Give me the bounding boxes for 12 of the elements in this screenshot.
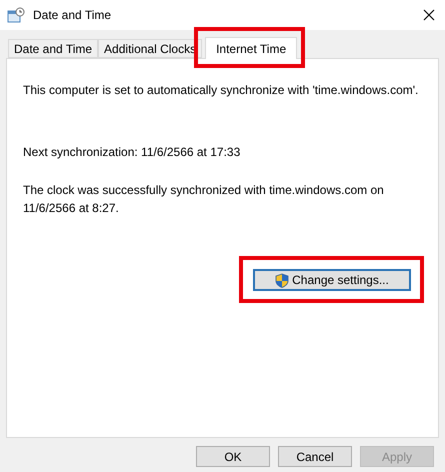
tab[interactable]: Internet Time	[205, 37, 298, 59]
tab[interactable]: Date and Time	[8, 39, 98, 58]
dialog-button[interactable]: OK	[196, 446, 270, 467]
window-title: Date and Time	[33, 8, 112, 22]
close-icon[interactable]	[423, 9, 435, 21]
shield-icon	[275, 272, 290, 288]
change-settings-button[interactable]: Change settings...	[253, 269, 411, 291]
next-sync-text: Next synchronization: 11/6/2566 at 17:33	[23, 144, 242, 161]
last-sync-text: The clock was successfully synchronized with time.windows.com on 11/6/2566 at 8:27.	[23, 182, 385, 217]
status-text: This computer is set to automatically synchronize with 'time.windows.com'.	[23, 82, 420, 99]
dialog-button[interactable]: Cancel	[278, 446, 352, 467]
calendar-clock-icon	[7, 7, 25, 23]
